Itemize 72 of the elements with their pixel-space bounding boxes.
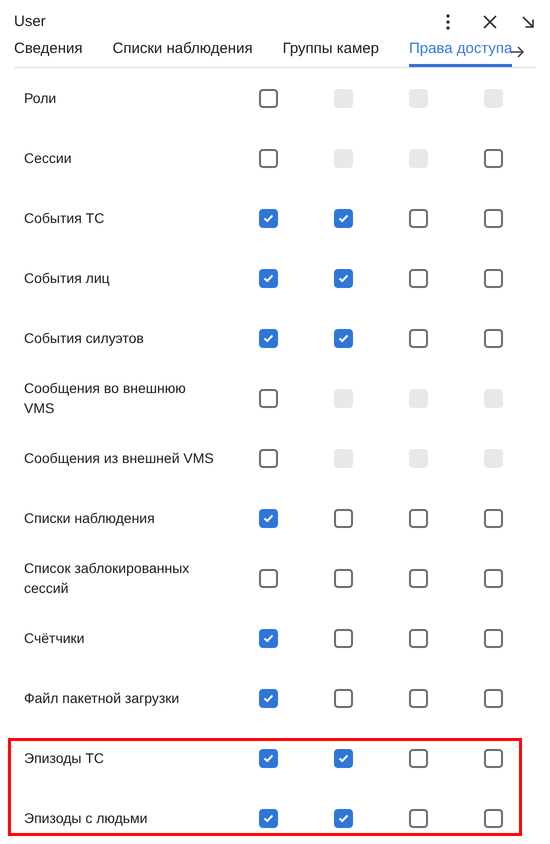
checkbox[interactable] (259, 388, 278, 408)
checkbox[interactable] (259, 148, 278, 168)
checkbox[interactable] (484, 148, 503, 168)
checkbox[interactable] (259, 808, 278, 828)
checkbox[interactable] (484, 748, 503, 768)
checkbox[interactable] (484, 688, 503, 708)
permission-label: Сообщения из внешней VMS (24, 449, 215, 468)
checkbox[interactable] (259, 508, 278, 528)
permission-label: События силуэтов (24, 329, 145, 348)
checkbox[interactable] (334, 568, 353, 588)
tab[interactable]: Списки наблюдения (112, 38, 253, 67)
checkbox[interactable] (409, 808, 428, 828)
tab[interactable]: Права доступа (408, 38, 512, 67)
checkbox[interactable] (259, 688, 278, 708)
check-icon (263, 754, 274, 762)
checkbox[interactable] (484, 268, 503, 288)
checkbox[interactable] (259, 748, 278, 768)
check-icon (263, 634, 274, 642)
checkbox[interactable] (484, 328, 503, 348)
checkbox[interactable] (259, 448, 278, 468)
checkbox[interactable] (259, 88, 278, 108)
check-icon (338, 274, 349, 282)
checkbox[interactable] (334, 688, 353, 708)
checkbox[interactable] (334, 328, 353, 348)
checkbox[interactable] (409, 208, 428, 228)
checkbox[interactable] (259, 268, 278, 288)
checkbox[interactable] (334, 508, 353, 528)
check-icon (263, 274, 274, 282)
check-icon (263, 694, 274, 702)
check-icon (338, 754, 349, 762)
tab[interactable]: Группы камер (282, 38, 379, 67)
permission-label: Эпизоды ТС (24, 749, 105, 768)
permission-label: События ТС (24, 209, 106, 228)
tab[interactable]: Сведения (14, 38, 83, 67)
checkbox[interactable] (409, 628, 428, 648)
permission-label: Список заблокированных сессий (24, 559, 190, 598)
window-title: User (14, 12, 46, 32)
checkbox[interactable] (409, 268, 428, 288)
permission-label: Эпизоды с людьми (24, 809, 148, 828)
check-icon (263, 514, 274, 522)
checkbox[interactable] (334, 748, 353, 768)
checkbox[interactable] (409, 508, 428, 528)
check-icon (263, 334, 274, 342)
check-icon (338, 814, 349, 822)
checkbox[interactable] (334, 208, 353, 228)
permission-label: События лиц (24, 269, 111, 288)
check-icon (338, 214, 349, 222)
check-icon (338, 334, 349, 342)
permission-label: Сообщения во внешнюю VMS (24, 379, 187, 418)
permission-label: Файл пакетной загрузки (24, 689, 180, 708)
checkbox[interactable] (259, 208, 278, 228)
checkbox[interactable] (484, 508, 503, 528)
checkbox[interactable] (334, 808, 353, 828)
permission-label: Сессии (24, 149, 73, 168)
checkbox[interactable] (484, 628, 503, 648)
checkbox[interactable] (484, 208, 503, 228)
checkbox[interactable] (259, 628, 278, 648)
permission-label: Списки наблюдения (24, 509, 156, 528)
check-icon (263, 814, 274, 822)
checkbox[interactable] (409, 568, 428, 588)
checkbox[interactable] (484, 568, 503, 588)
checkbox[interactable] (409, 748, 428, 768)
permission-label: Счётчики (24, 629, 86, 648)
permission-label: Роли (24, 89, 58, 108)
checkbox[interactable] (259, 328, 278, 348)
checkbox[interactable] (334, 628, 353, 648)
checkbox[interactable] (259, 568, 278, 588)
checkbox[interactable] (409, 328, 428, 348)
checkbox[interactable] (484, 808, 503, 828)
checkbox[interactable] (409, 688, 428, 708)
check-icon (263, 214, 274, 222)
checkbox[interactable] (334, 268, 353, 288)
